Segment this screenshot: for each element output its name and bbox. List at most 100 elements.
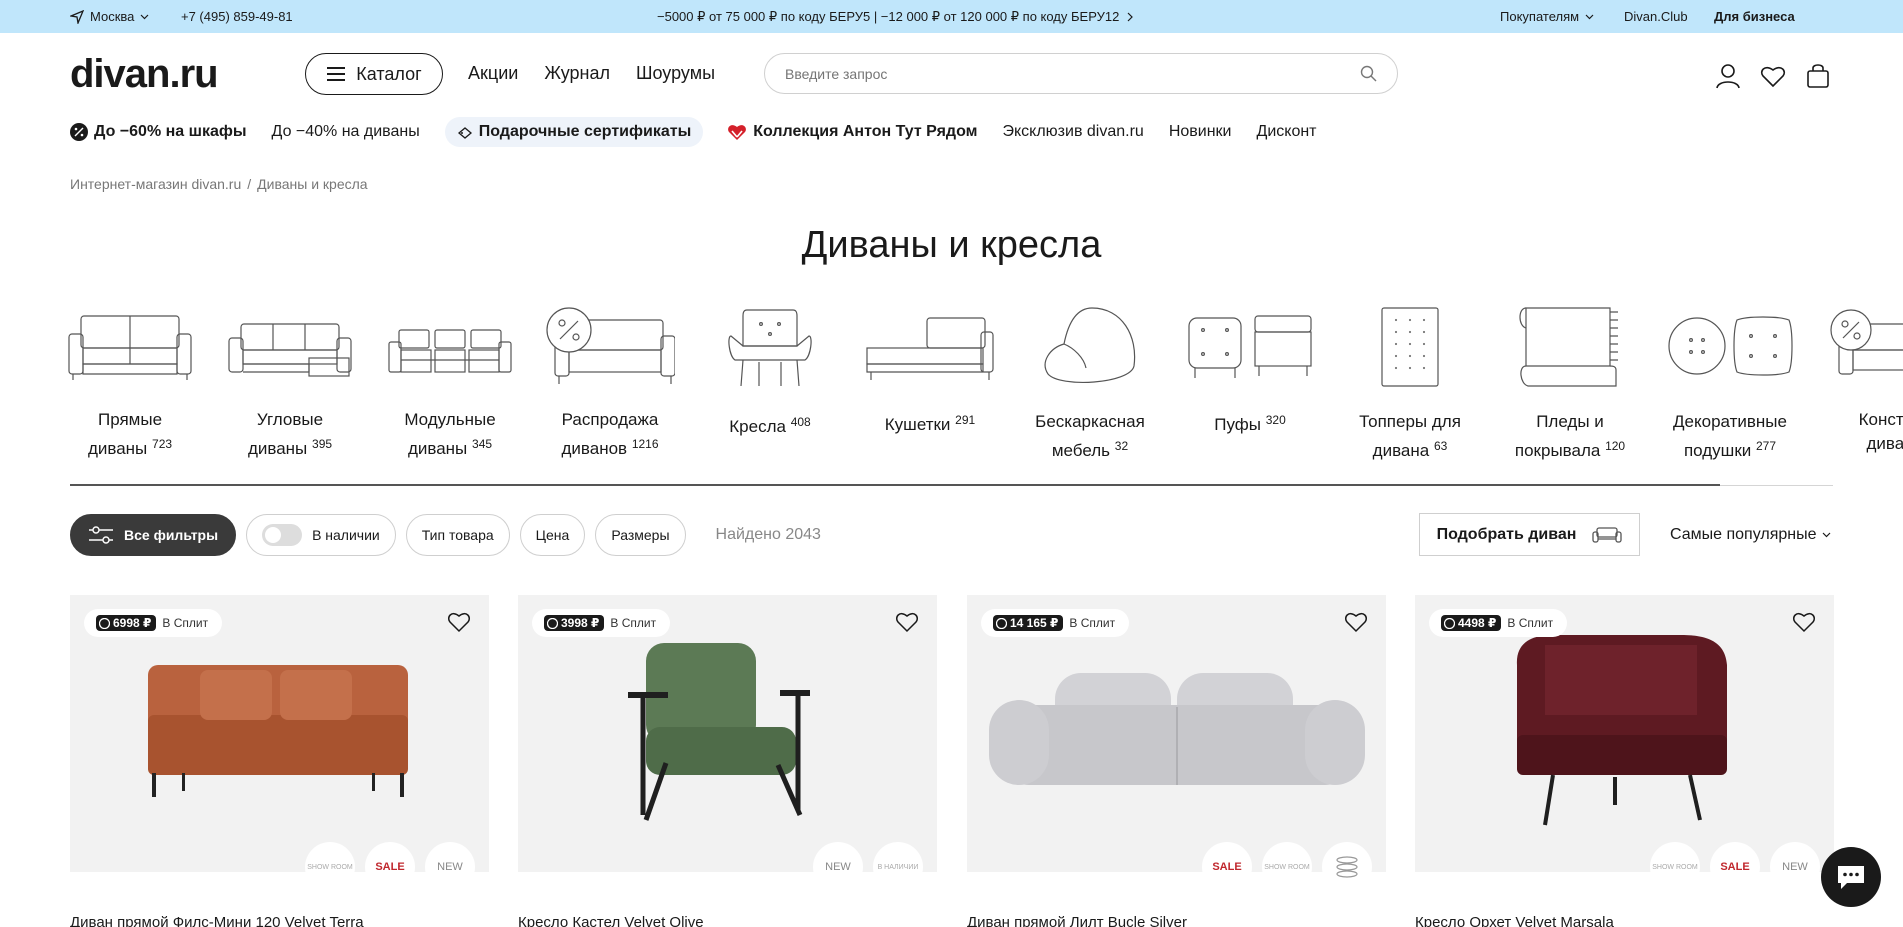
promo-exclusive[interactable]: Эксклюзив divan.ru xyxy=(1002,123,1143,141)
blanket-icon xyxy=(1519,307,1618,387)
category-label-1: Пледы и xyxy=(1536,412,1604,431)
category-constructor[interactable]: Констру диван xyxy=(1810,306,1903,456)
category-count: 1216 xyxy=(631,437,659,451)
in-stock-toggle[interactable]: В наличии xyxy=(246,514,396,556)
user-icon[interactable] xyxy=(1715,63,1741,89)
category-label-2: диваны xyxy=(407,439,468,458)
nav-showrooms[interactable]: Шоурумы xyxy=(636,63,715,84)
category-modular-sofas[interactable]: Модульные диваны 345 xyxy=(370,306,530,461)
promo-gift-label: Подарочные сертификаты xyxy=(478,123,692,140)
heart-icon[interactable] xyxy=(1760,63,1786,89)
split-label: В Сплит xyxy=(1507,616,1554,630)
category-count: 291 xyxy=(955,413,976,427)
promo-wardrobes-label: До −60% на шкафы xyxy=(94,123,247,140)
promo-banner[interactable]: −5000 ₽ от 75 000 ₽ по коду БЕРУ5 | −12 … xyxy=(657,9,1134,25)
promo-discount-label: Дисконт xyxy=(1256,123,1317,140)
category-label-1: Угловые xyxy=(256,410,324,429)
favorite-heart-icon[interactable] xyxy=(1344,611,1368,633)
split-price: 4498 ₽ xyxy=(1441,615,1502,631)
price-filter[interactable]: Цена xyxy=(519,514,586,556)
category-armchairs[interactable]: Кресла 408 xyxy=(690,306,850,439)
showroom-badge: SHOW ROOM xyxy=(1262,842,1312,892)
logo[interactable]: divan.ru xyxy=(70,52,219,97)
category-count: 320 xyxy=(1265,413,1286,427)
heart-logo-icon xyxy=(728,125,747,140)
split-price: 6998 ₽ xyxy=(96,615,157,631)
new-badge: NEW xyxy=(425,842,475,892)
top-bar: Москва +7 (495) 859-49-81 −5000 ₽ от 75 … xyxy=(0,0,1903,33)
product-type-filter[interactable]: Тип товара xyxy=(405,514,510,556)
promo-new[interactable]: Новинки xyxy=(1169,123,1232,141)
pouf-icon xyxy=(1188,315,1312,378)
favorite-heart-icon[interactable] xyxy=(447,611,471,633)
sofa-icon xyxy=(1592,526,1623,543)
beanbag-icon xyxy=(1044,307,1136,383)
category-label-2: диванов xyxy=(561,439,628,458)
buyers-menu[interactable]: Покупателям xyxy=(1500,9,1594,24)
nav-journal[interactable]: Журнал xyxy=(544,63,610,84)
promo-wardrobes[interactable]: До −60% на шкафы xyxy=(70,123,247,141)
category-toppers[interactable]: Топперы для дивана 63 xyxy=(1330,306,1490,461)
promo-discount[interactable]: Дисконт xyxy=(1256,123,1316,141)
page-title: Диваны и кресла xyxy=(801,224,1102,266)
showroom-badge: SHOW ROOM xyxy=(305,842,355,892)
promo-gift-cards[interactable]: Подарочные сертификаты xyxy=(444,117,704,147)
city-selector[interactable]: Москва xyxy=(70,9,149,24)
product-card[interactable]: 3998 ₽ В Сплит NEW В НАЛИЧИИ xyxy=(518,595,937,892)
breadcrumb-home[interactable]: Интернет-магазин divan.ru xyxy=(70,176,241,192)
category-carousel: Прямые диваны 723 Угловые диваны 395 Модул… xyxy=(50,306,1903,461)
product-name[interactable]: Кресло Кастел Velvet Olive xyxy=(518,914,704,927)
category-straight-sofas[interactable]: Прямые диваны 723 xyxy=(50,306,210,461)
product-card[interactable]: 14 165 ₽ В Сплит SALE SHOW ROOM xyxy=(967,595,1386,892)
split-label: В Сплит xyxy=(610,616,657,630)
category-frameless[interactable]: Бескаркасная мебель 32 xyxy=(1010,306,1170,461)
product-name[interactable]: Диван прямой Лилт Bucle Silver xyxy=(967,914,1187,927)
pick-sofa-button[interactable]: Подобрать диван xyxy=(1419,513,1640,556)
category-label-2: Пуфы xyxy=(1214,415,1261,434)
catalog-button[interactable]: Каталог xyxy=(305,53,443,95)
promo-sofas-label: До −40% на диваны xyxy=(271,123,420,140)
category-couches[interactable]: Кушетки 291 xyxy=(850,306,1010,437)
business-link[interactable]: Для бизнеса xyxy=(1714,9,1795,24)
menu-icon xyxy=(327,67,346,81)
category-label-2: мебель xyxy=(1051,441,1111,460)
category-count: 120 xyxy=(1605,439,1626,453)
percent-icon xyxy=(70,123,88,141)
category-label-1: Констру xyxy=(1858,410,1903,429)
product-card[interactable]: 6998 ₽ В Сплит SHOW ROOM SALE NEW xyxy=(70,595,489,892)
toggle-switch[interactable] xyxy=(262,524,303,546)
all-filters-button[interactable]: Все фильтры xyxy=(70,514,237,556)
chevron-right-icon xyxy=(1127,12,1134,22)
category-corner-sofas[interactable]: Угловые диваны 395 xyxy=(210,306,370,461)
category-poufs[interactable]: Пуфы 320 xyxy=(1170,306,1330,437)
product-type-label: Тип товара xyxy=(421,527,494,543)
main-nav: Акции Журнал Шоурумы xyxy=(468,63,715,84)
category-scrollbar[interactable] xyxy=(70,484,1833,486)
category-label-1: Декоративные xyxy=(1673,412,1787,431)
promo-sofas[interactable]: До −40% на диваны xyxy=(272,123,420,141)
split-price-value: 14 165 ₽ xyxy=(1010,616,1059,630)
scrollbar-thumb[interactable] xyxy=(70,484,1720,486)
in-stock-badge: В НАЛИЧИИ xyxy=(873,842,923,892)
nav-promotions[interactable]: Акции xyxy=(468,63,518,84)
category-blankets[interactable]: Пледы и покрывала 120 xyxy=(1490,306,1650,461)
chat-button[interactable] xyxy=(1821,847,1881,907)
promo-collection[interactable]: Коллекция Антон Тут Рядом xyxy=(727,123,977,141)
divan-club-link[interactable]: Divan.Club xyxy=(1624,9,1688,24)
favorite-heart-icon[interactable] xyxy=(895,611,919,633)
split-logo-icon xyxy=(996,617,1007,629)
product-name[interactable]: Кресло Орхет Velvet Marsala xyxy=(1415,914,1614,927)
search-icon[interactable] xyxy=(1360,65,1377,82)
category-pillows[interactable]: Декоративные подушки 277 xyxy=(1650,306,1810,461)
category-sale-sofas[interactable]: Распродажа диванов 1216 xyxy=(530,306,690,461)
sizes-filter[interactable]: Размеры xyxy=(595,514,686,556)
straight-sofa-icon xyxy=(68,315,192,380)
phone-link[interactable]: +7 (495) 859-49-81 xyxy=(181,9,293,24)
product-name[interactable]: Диван прямой Филс-Мини 120 Velvet Terra xyxy=(70,914,364,927)
favorite-heart-icon[interactable] xyxy=(1792,611,1816,633)
product-card[interactable]: 4498 ₽ В Сплит SHOW ROOM SALE NEW xyxy=(1415,595,1834,892)
cart-icon[interactable] xyxy=(1805,63,1831,89)
sort-dropdown[interactable]: Самые популярные xyxy=(1670,526,1831,544)
couch-icon xyxy=(866,317,994,380)
search-input[interactable] xyxy=(785,54,1345,93)
